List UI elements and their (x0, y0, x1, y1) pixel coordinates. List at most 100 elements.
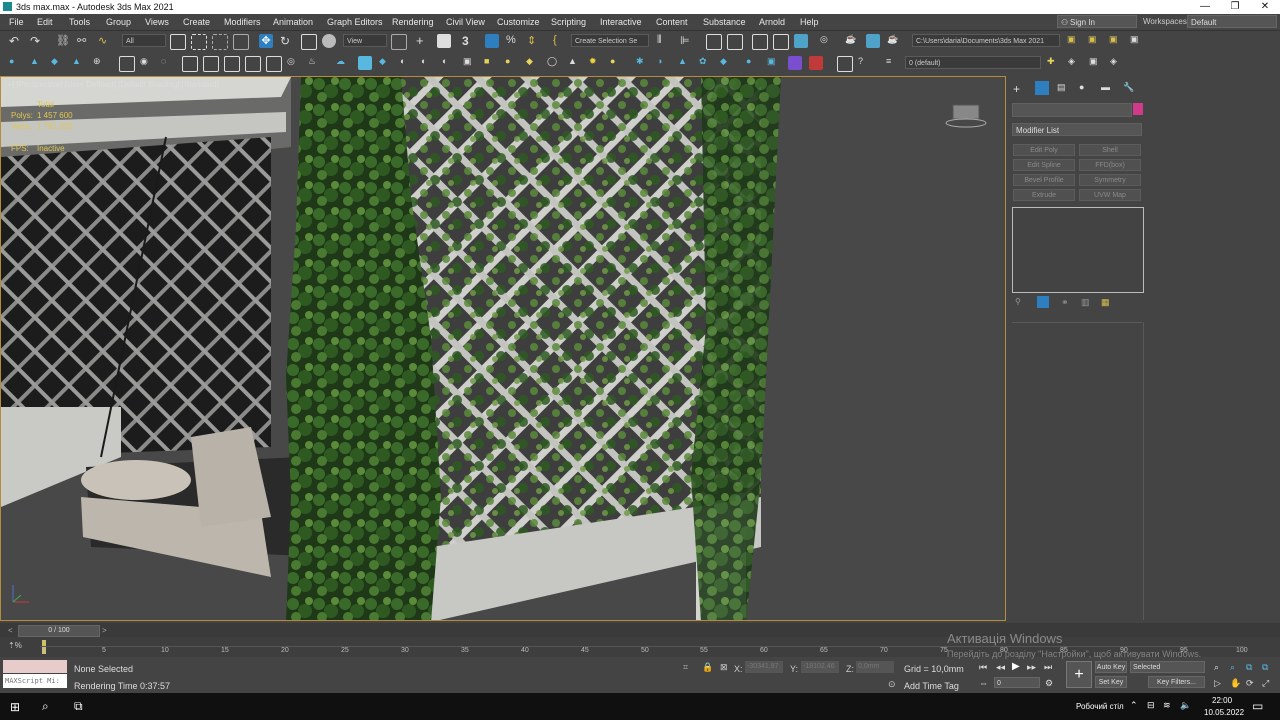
sign-in-button[interactable]: ⚇ Sign In (1057, 15, 1137, 28)
layer-manager-icon[interactable]: ◈ (1068, 56, 1082, 70)
current-frame-input[interactable]: 0 (994, 677, 1040, 688)
search-icon[interactable]: ⌕ (42, 699, 49, 714)
torus-icon[interactable]: ◎ (287, 56, 301, 70)
menu-modifiers[interactable]: Modifiers (224, 17, 261, 27)
shell-button[interactable]: Shell (1079, 144, 1141, 156)
render-icon[interactable]: ☕ (887, 34, 901, 48)
volume-icon[interactable]: 🔈 (1180, 700, 1191, 711)
desktop-label[interactable]: Робочий стіл (1076, 702, 1124, 711)
menu-interactive[interactable]: Interactive (600, 17, 642, 27)
time-config-icon[interactable]: ⚙ (1045, 678, 1053, 689)
render-setup-icon[interactable]: ☕ (845, 34, 859, 48)
edit-named-selection-icon[interactable]: { (553, 34, 567, 48)
menu-graph-editors[interactable]: Graph Editors (327, 17, 383, 27)
spinner-snap-icon[interactable]: ⇕ (527, 34, 541, 48)
save-folder-icon[interactable]: ▣ (1109, 34, 1123, 48)
tool-icon[interactable]: ⊕ (93, 56, 107, 70)
daylight-icon[interactable]: ✹ (589, 56, 603, 70)
light-icon[interactable]: ● (9, 56, 23, 70)
edit-poly-button[interactable]: Edit Poly (1013, 144, 1075, 156)
compound-icon[interactable]: ▣ (463, 56, 477, 70)
tube-icon[interactable] (245, 56, 261, 72)
cylinder-icon[interactable]: ◌ (161, 56, 175, 70)
key-filters-button[interactable]: Key Filters... (1148, 676, 1205, 688)
set-key-button[interactable]: Set Key (1095, 676, 1127, 688)
redo-icon[interactable]: ↷ (30, 34, 44, 48)
y-coordinate-input[interactable]: -18102,46 (801, 661, 839, 673)
effects-icon[interactable]: ◆ (379, 56, 393, 70)
chevron-up-icon[interactable]: ⌃ (1130, 700, 1138, 711)
lock-selection-icon[interactable]: 🔒 (702, 662, 713, 673)
maximize-viewport-icon[interactable]: ⤢ (1262, 678, 1269, 689)
menu-tools[interactable]: Tools (69, 17, 90, 27)
notifications-icon[interactable]: ▭ (1252, 699, 1263, 713)
mirror-icon[interactable]: ⫴ (657, 34, 671, 48)
rectangular-selection-icon[interactable] (212, 34, 228, 50)
unlink-icon[interactable]: ⚯ (77, 34, 91, 48)
previous-key-icon[interactable]: ◂◂ (996, 662, 1005, 673)
geosphere-icon[interactable]: ♨ (308, 56, 322, 70)
rendered-frame-icon[interactable] (866, 34, 880, 48)
panel-scrollbar[interactable] (1143, 322, 1144, 620)
hierarchy-tab-icon[interactable]: ▤ (1057, 82, 1066, 93)
named-selection-select[interactable]: Create Selection Se (571, 34, 649, 47)
render-elements-icon[interactable]: ▲ (678, 56, 692, 70)
snap-3d-icon[interactable]: 3 (462, 34, 476, 48)
object-name-input[interactable] (1012, 103, 1132, 117)
key-selection-select[interactable]: Selected (1130, 661, 1205, 673)
skylight-icon[interactable]: ● (610, 56, 624, 70)
material-icon[interactable]: ■ (484, 56, 498, 70)
grid-icon[interactable]: ✱ (636, 56, 650, 70)
cloud-icon[interactable]: ☁ (336, 56, 350, 70)
arnold-icon[interactable] (788, 56, 802, 70)
project-path-select[interactable]: C:\Users\daria\Documents\3ds Max 2021 (912, 34, 1060, 47)
prev-frame-icon[interactable]: < (8, 626, 13, 635)
uvw-map-button[interactable]: UVW Map (1079, 189, 1141, 201)
zoom-all-icon[interactable]: ⌕ (1230, 662, 1235, 673)
viewport-label[interactable]: [+] [Perspective] [User Defined] [Defaul… (5, 80, 219, 89)
modifier-list-select[interactable]: Modifier List (1012, 123, 1142, 136)
substance-icon[interactable]: ▣ (767, 56, 781, 70)
window-crossing-icon[interactable] (233, 34, 249, 50)
auto-key-button[interactable]: Auto Key (1095, 661, 1127, 673)
scene-explorer-icon[interactable] (706, 34, 722, 50)
layer-explorer-icon[interactable] (727, 34, 743, 50)
spot-light-icon[interactable]: ◆ (526, 56, 540, 70)
plane-icon[interactable] (182, 56, 198, 72)
browse-folder-icon[interactable]: ▣ (1130, 34, 1144, 48)
symmetry-button[interactable]: Symmetry (1079, 174, 1141, 186)
close-icon[interactable]: ✕ (1250, 0, 1280, 14)
menu-create[interactable]: Create (183, 17, 210, 27)
mini-curve-editor-icon[interactable]: ⇡% (8, 641, 22, 650)
material-editor-icon[interactable]: ◎ (820, 34, 834, 48)
play-icon[interactable]: ▶ (1012, 661, 1020, 672)
text-icon[interactable]: ◐ (421, 56, 435, 70)
menu-help[interactable]: Help (800, 17, 819, 27)
zoom-extents-all-icon[interactable]: ⧉ (1262, 662, 1268, 673)
network-icon[interactable]: ⊟ (1147, 700, 1155, 711)
menu-rendering[interactable]: Rendering (392, 17, 434, 27)
open-folder-icon[interactable]: ▣ (1088, 34, 1102, 48)
select-manipulate-icon[interactable]: + (416, 34, 430, 48)
volume-icon[interactable]: ◆ (720, 56, 734, 70)
time-slider-thumb[interactable]: 0 / 100 (18, 625, 100, 637)
teapot-icon[interactable] (224, 56, 240, 72)
menu-edit[interactable]: Edit (37, 17, 53, 27)
show-end-result-icon[interactable] (1037, 296, 1049, 308)
motion-tab-icon[interactable]: ● (1079, 82, 1084, 92)
display-tab-icon[interactable]: ▬ (1101, 82, 1110, 92)
menu-group[interactable]: Group (106, 17, 131, 27)
set-keys-icon[interactable]: + (1066, 661, 1092, 688)
undo-icon[interactable]: ↶ (9, 34, 23, 48)
environment-icon[interactable] (358, 56, 372, 70)
bevel-profile-button[interactable]: Bevel Profile (1013, 174, 1075, 186)
menu-views[interactable]: Views (145, 17, 169, 27)
curve-editor-icon[interactable] (773, 34, 789, 50)
maximize-icon[interactable]: ❐ (1220, 0, 1250, 14)
add-time-tag[interactable]: Add Time Tag (904, 681, 959, 691)
pyramid-icon[interactable] (203, 56, 219, 72)
keyboard-shortcut-icon[interactable] (437, 34, 451, 48)
batch-icon[interactable] (837, 56, 853, 72)
scale-icon[interactable] (301, 34, 317, 50)
utilities-tab-icon[interactable]: 🔧 (1123, 82, 1134, 93)
